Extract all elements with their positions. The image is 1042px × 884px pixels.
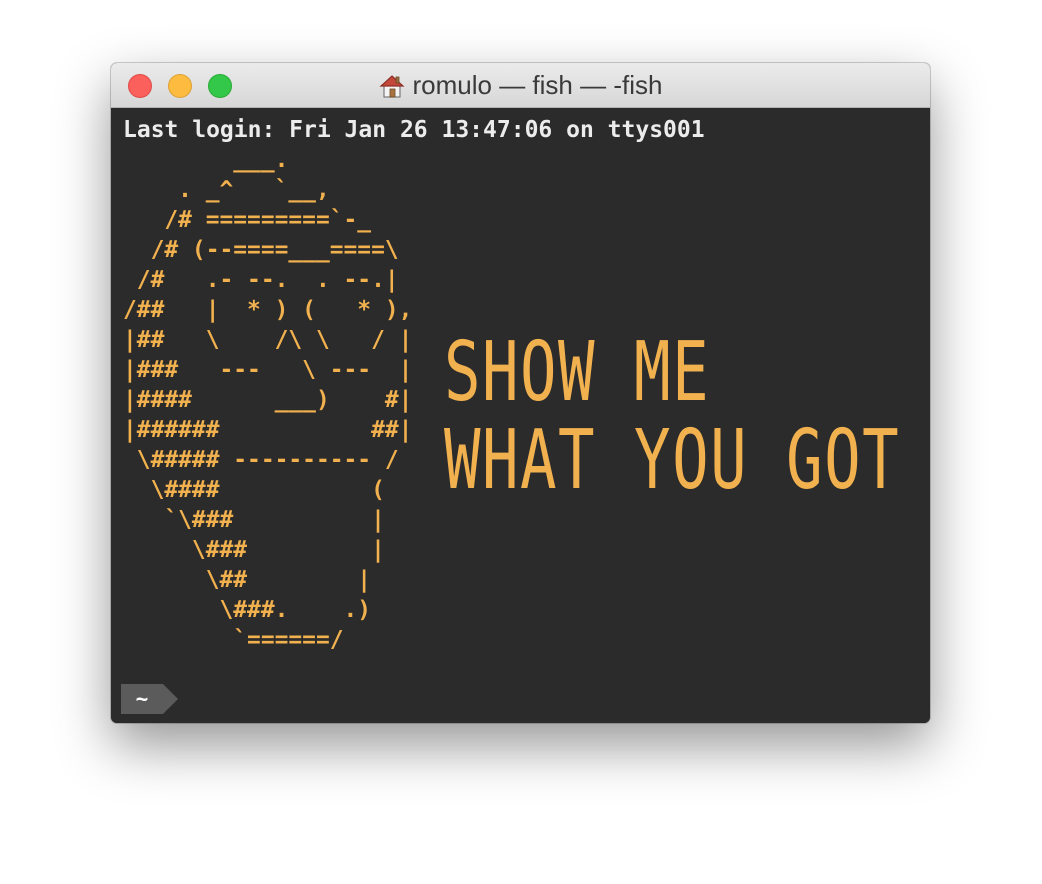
prompt-arrow-icon	[163, 684, 178, 714]
last-login-line: Last login: Fri Jan 26 13:47:06 on ttys0…	[123, 117, 705, 143]
big-text-line-1: SHOW ME	[444, 325, 711, 420]
ascii-art-face: ___. . _^ `__, /# =========`-_ /# (--===…	[123, 147, 413, 653]
window-title: romulo — fish — -fish	[412, 70, 663, 100]
title-container: romulo — fish — -fish	[111, 63, 930, 108]
terminal-content[interactable]: Last login: Fri Jan 26 13:47:06 on ttys0…	[111, 108, 930, 723]
home-icon	[378, 74, 405, 98]
prompt-directory: ~	[135, 687, 149, 711]
terminal-window: romulo — fish — -fish Last login: Fri Ja…	[111, 63, 930, 723]
title-bar[interactable]: romulo — fish — -fish	[111, 63, 930, 108]
big-text-line-2: WHAT YOU GOT	[444, 413, 901, 508]
